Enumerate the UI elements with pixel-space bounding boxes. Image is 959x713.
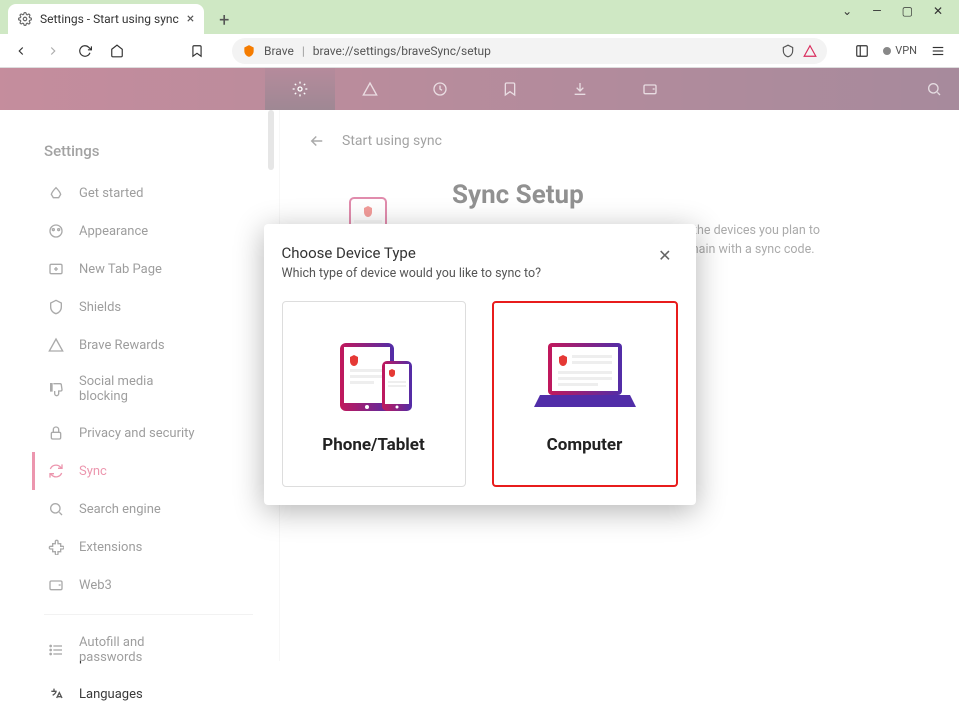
url-host: Brave [264,44,294,58]
home-button[interactable] [106,40,128,62]
phone-tablet-illustration [319,333,429,421]
maximize-icon[interactable]: ▢ [902,4,913,18]
back-button[interactable] [10,40,32,62]
modal-overlay: Choose Device Type Which type of device … [0,68,959,661]
hamburger-menu-icon[interactable] [927,40,949,62]
translate-icon [47,685,65,703]
close-icon[interactable]: × [187,11,194,27]
url-separator: | [302,44,305,58]
url-path: brave://settings/braveSync/setup [313,44,491,58]
choose-device-modal: Choose Device Type Which type of device … [264,224,696,505]
vpn-button[interactable]: VPN [883,44,917,57]
forward-button[interactable] [42,40,64,62]
shield-icon [242,44,256,58]
brave-triangle-icon[interactable] [803,44,817,58]
device-label-computer: Computer [547,435,623,455]
device-option-phone[interactable]: Phone/Tablet [282,301,466,487]
device-option-computer[interactable]: Computer [492,301,678,487]
close-icon[interactable]: ✕ [652,244,677,267]
tab-title: Settings - Start using sync [40,12,179,26]
minimize-icon[interactable]: — [872,4,881,18]
browser-tab[interactable]: Settings - Start using sync × [8,4,204,34]
new-tab-button[interactable]: + [210,6,238,34]
sidebar-toggle-icon[interactable] [851,40,873,62]
computer-illustration [530,333,640,421]
modal-subtitle: Which type of device would you like to s… [282,266,542,281]
close-window-icon[interactable]: ✕ [933,4,943,18]
bookmark-button[interactable] [186,40,208,62]
window-controls: ⌄ — ▢ ✕ [842,0,951,34]
sidebar-item-languages[interactable]: Languages [32,675,265,713]
chevron-down-icon[interactable]: ⌄ [842,4,852,18]
modal-title: Choose Device Type [282,244,542,262]
gear-icon [18,12,32,26]
brave-shield-icon[interactable] [781,44,795,58]
title-bar: Settings - Start using sync × + ⌄ — ▢ ✕ [0,0,959,34]
device-label-phone: Phone/Tablet [322,435,424,455]
address-bar[interactable]: Brave | brave://settings/braveSync/setup [232,38,827,64]
reload-button[interactable] [74,40,96,62]
toolbar: Brave | brave://settings/braveSync/setup… [0,34,959,68]
